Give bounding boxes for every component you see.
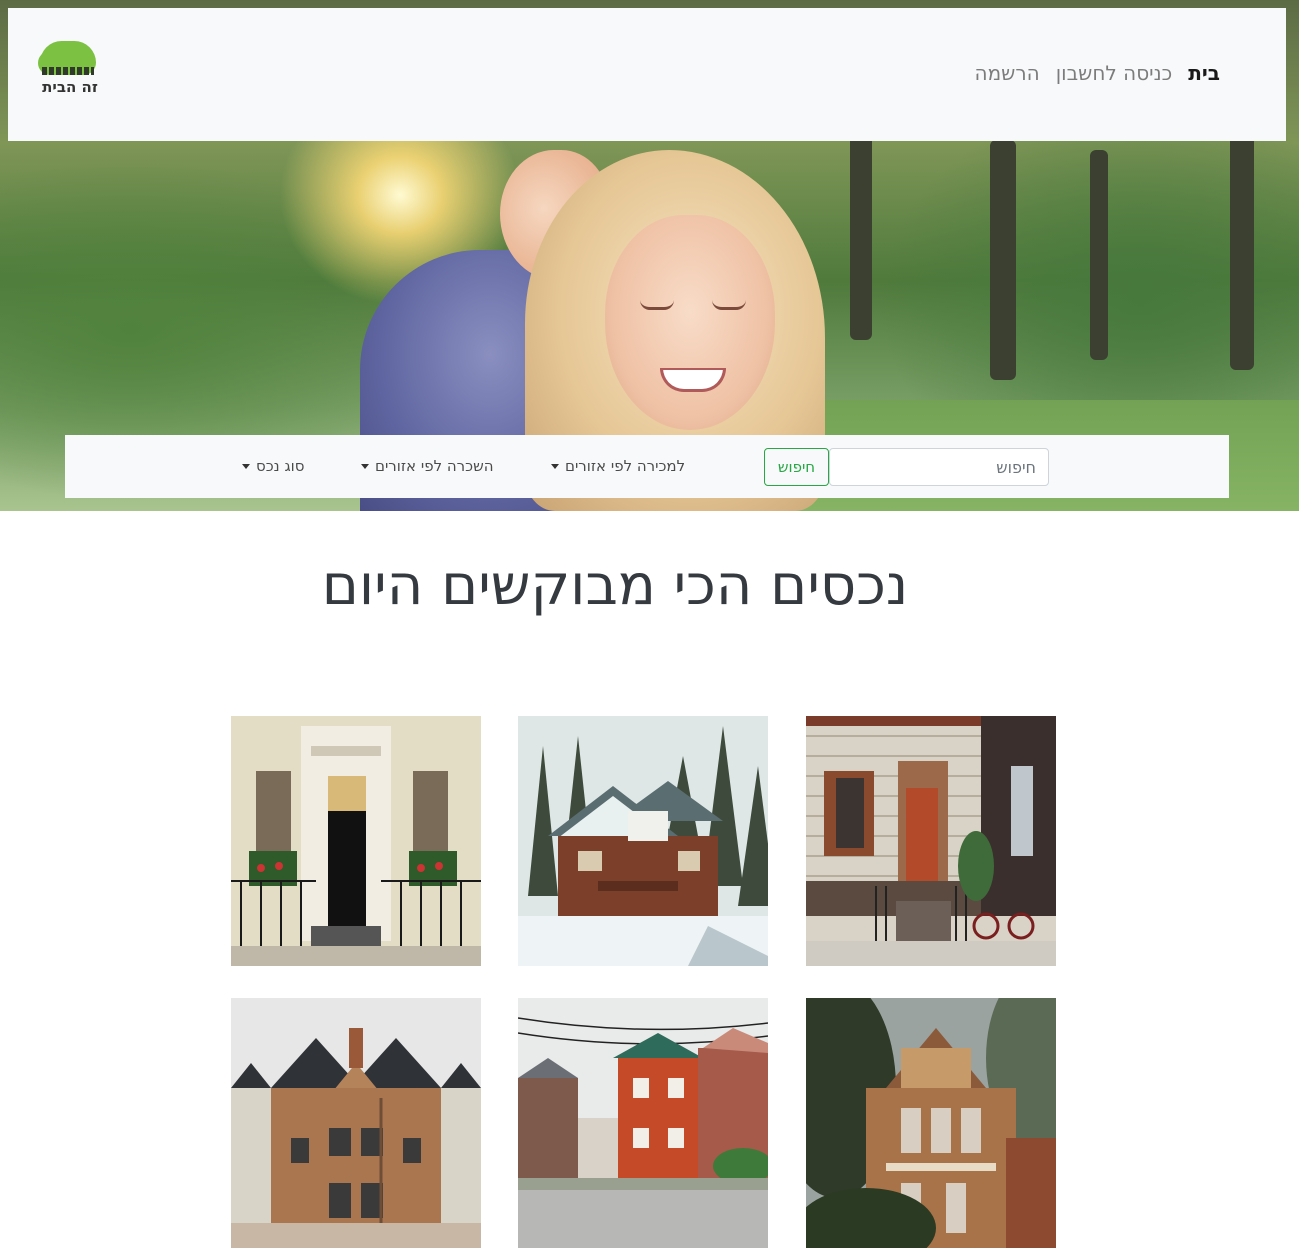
brand-name: זה הבית bbox=[42, 78, 98, 96]
property-card[interactable] bbox=[518, 716, 768, 966]
caret-down-icon bbox=[242, 463, 250, 469]
dropdown-for-sale-by-area[interactable]: למכירה לפי אזורים bbox=[551, 457, 685, 475]
nav-link-login[interactable]: כניסה לחשבון bbox=[1056, 61, 1173, 85]
search-button[interactable]: חיפוש bbox=[764, 448, 829, 486]
property-photo bbox=[518, 716, 768, 966]
nav-link-home[interactable]: בית bbox=[1188, 61, 1220, 85]
dropdown-label: השכרה לפי אזורים bbox=[375, 457, 494, 475]
caret-down-icon bbox=[361, 463, 369, 469]
property-card[interactable] bbox=[806, 998, 1056, 1248]
search-filter-bar: חיפוש למכירה לפי אזורים השכרה לפי אזורים… bbox=[65, 435, 1229, 498]
nav-links: בית כניסה לחשבון הרשמה bbox=[975, 61, 1220, 85]
city-skyline-icon bbox=[42, 67, 94, 75]
property-card[interactable] bbox=[231, 716, 481, 966]
page-title: נכסים הכי מבוקשים היום bbox=[321, 553, 909, 618]
nav-link-register[interactable]: הרשמה bbox=[975, 61, 1040, 85]
property-photo bbox=[231, 998, 481, 1248]
property-photo bbox=[806, 998, 1056, 1248]
property-card[interactable] bbox=[231, 998, 481, 1248]
property-photo bbox=[518, 998, 768, 1248]
property-photo bbox=[806, 716, 1056, 966]
dropdown-rent-by-area[interactable]: השכרה לפי אזורים bbox=[361, 457, 494, 475]
brand-logo[interactable]: זה הבית bbox=[38, 41, 102, 101]
dropdown-label: למכירה לפי אזורים bbox=[565, 457, 686, 475]
caret-down-icon bbox=[551, 463, 559, 469]
search-input[interactable] bbox=[829, 448, 1049, 486]
property-card[interactable] bbox=[518, 998, 768, 1248]
top-navbar: זה הבית בית כניסה לחשבון הרשמה bbox=[8, 8, 1286, 141]
property-photo bbox=[231, 716, 481, 966]
dropdown-property-type[interactable]: סוג נכס bbox=[242, 457, 304, 475]
property-card[interactable] bbox=[806, 716, 1056, 966]
dropdown-label: סוג נכס bbox=[256, 457, 305, 475]
